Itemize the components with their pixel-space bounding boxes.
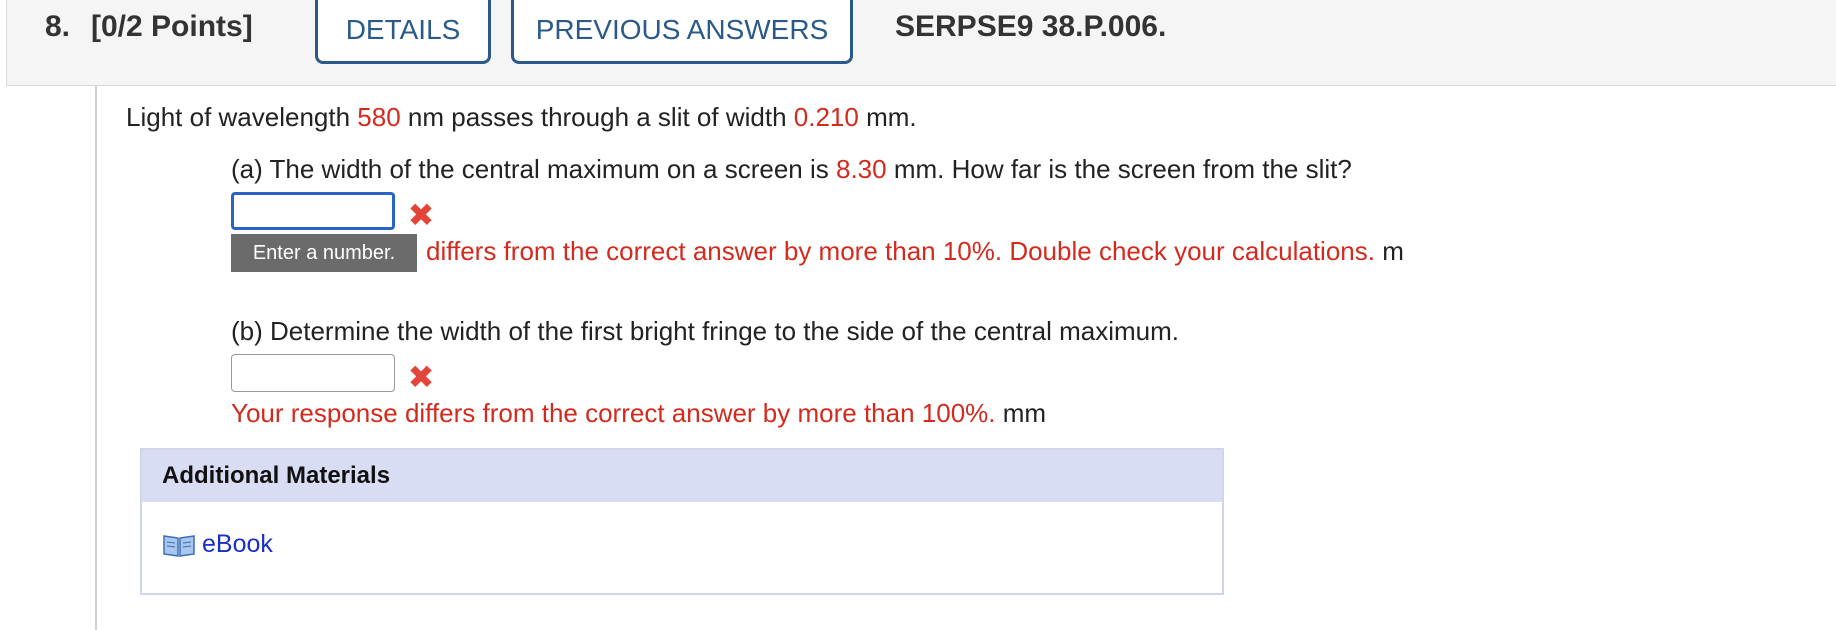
book-icon: [163, 534, 195, 557]
part-b-question: (b) Determine the width of the first bri…: [231, 316, 1179, 346]
slit-width-value: 0.210: [793, 102, 859, 132]
incorrect-x-icon: ✖: [407, 359, 435, 395]
part-a-prefix: (a) The width of the central maximum on …: [231, 154, 836, 184]
problem-statement: Light of wavelength 580 nm passes throug…: [126, 102, 917, 133]
additional-materials-panel: Additional Materials eBook: [140, 448, 1224, 595]
additional-materials-title: Additional Materials: [142, 450, 1222, 502]
previous-answers-button[interactable]: PREVIOUS ANSWERS: [511, 0, 853, 64]
stem-prefix: Light of wavelength: [126, 102, 358, 132]
ebook-link[interactable]: eBook: [162, 530, 273, 559]
part-a-answer-input[interactable]: [231, 192, 395, 230]
details-button[interactable]: DETAILS: [315, 0, 491, 64]
part-a-question: (a) The width of the central maximum on …: [231, 154, 1352, 185]
enter-number-tooltip: Enter a number.: [231, 234, 417, 272]
part-a-feedback: differs from the correct answer by more …: [426, 236, 1404, 267]
left-divider: [95, 86, 97, 630]
stem-mid: nm passes through a slit of width: [400, 102, 794, 132]
question-number: 8.: [45, 10, 71, 43]
points-label: [0/2 Points]: [91, 10, 253, 43]
question-code: SERPSE9 38.P.006.: [895, 10, 1167, 43]
ebook-label[interactable]: eBook: [202, 530, 273, 559]
part-a-feedback-text: differs from the correct answer by more …: [426, 236, 1375, 266]
stem-suffix: mm.: [858, 102, 917, 132]
part-b-answer-input[interactable]: [231, 354, 395, 392]
question-header: 8. [0/2 Points] DETAILS PREVIOUS ANSWERS…: [6, 0, 1836, 86]
incorrect-x-icon: ✖: [407, 197, 435, 233]
central-max-width-value: 8.30: [836, 154, 887, 184]
part-b-feedback-text: Your response differs from the correct a…: [231, 398, 996, 428]
part-b-feedback: Your response differs from the correct a…: [231, 398, 1046, 429]
wavelength-value: 580: [357, 102, 401, 132]
part-b-unit: mm: [1002, 398, 1047, 428]
part-a-unit: m: [1382, 236, 1404, 266]
part-a-suffix: mm. How far is the screen from the slit?: [886, 154, 1352, 184]
